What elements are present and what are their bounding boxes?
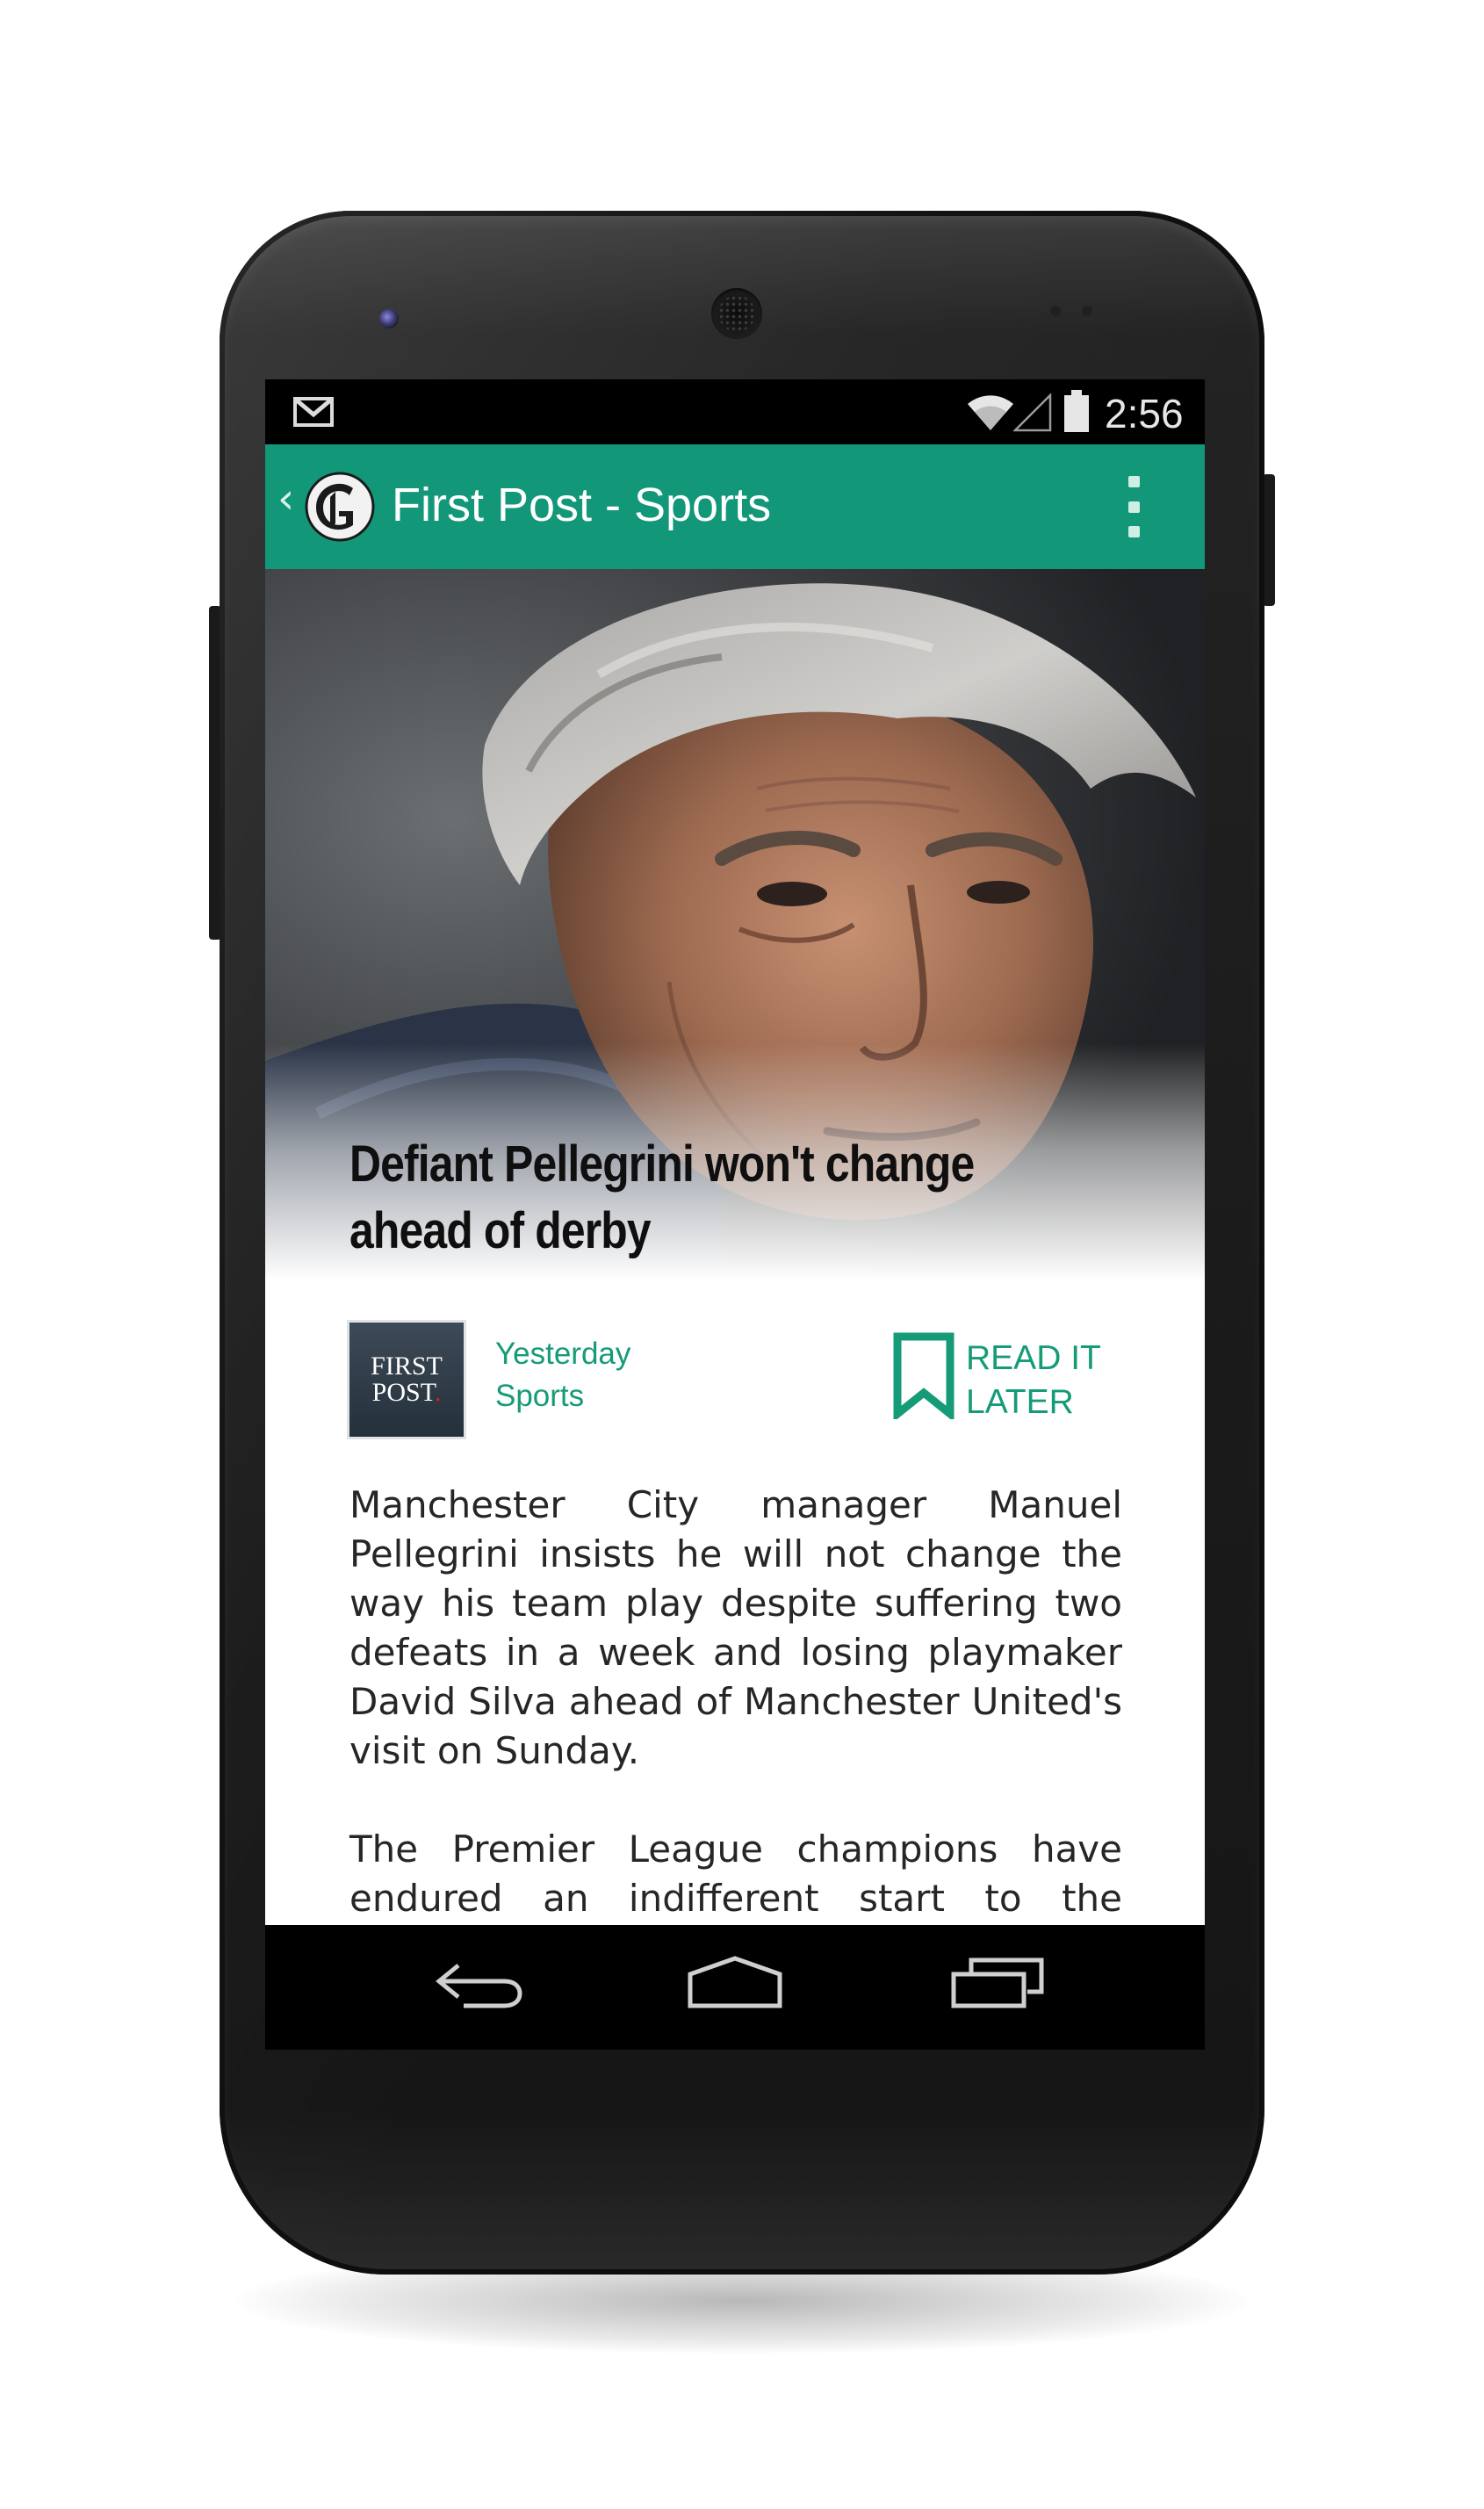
read-it-later-button[interactable]: READ IT LATER [892, 1331, 1120, 1421]
bookmark-icon [893, 1332, 955, 1419]
gothic-g-logo-icon[interactable] [304, 471, 376, 543]
source-logo[interactable]: FIRST POST. [349, 1323, 464, 1437]
menu-dot [1127, 476, 1140, 487]
power-button [1263, 474, 1275, 606]
source-logo-line2: POST. [371, 1378, 442, 1407]
speaker-grille [718, 295, 755, 332]
article-meta: FIRST POST. Yesterday Sports READ IT LAT… [349, 1323, 1122, 1446]
screen: 2:56 ‹ First Post - Sports Defiant Pelle… [265, 379, 1205, 2050]
article-category[interactable]: Sports [495, 1379, 584, 1414]
signal-icon [1013, 393, 1052, 432]
status-clock: 2:56 [1105, 391, 1184, 436]
chevron-left-icon[interactable]: ‹ [277, 478, 294, 520]
article-paragraph: Manchester City manager Manuel Pellegrin… [349, 1483, 1122, 1772]
proximity-sensor [1050, 306, 1061, 316]
recent-apps-icon[interactable] [950, 1955, 1045, 2009]
menu-dot [1127, 526, 1140, 537]
source-logo-line1: FIRST [371, 1352, 443, 1381]
gmail-icon [293, 397, 334, 427]
battery-icon [1064, 390, 1089, 432]
back-icon[interactable] [432, 1957, 523, 2009]
article-body: Manchester City manager Manuel Pellegrin… [349, 1481, 1122, 1925]
article-date: Yesterday [495, 1337, 631, 1371]
home-icon[interactable] [687, 1955, 783, 2009]
overflow-menu-icon[interactable] [1120, 476, 1147, 537]
article-paragraph: The Premier League champions have endure… [349, 1828, 1122, 1920]
read-it-later-label: READ IT LATER [966, 1339, 1101, 1421]
action-bar: ‹ First Post - Sports [265, 444, 1205, 569]
status-bar: 2:56 [265, 379, 1205, 444]
article-headline: Defiant Pellegrini won't change ahead of… [349, 1136, 975, 1259]
article-content[interactable]: Defiant Pellegrini won't change ahead of… [265, 569, 1205, 1925]
navigation-bar [265, 1925, 1205, 2050]
front-camera [379, 309, 399, 328]
menu-dot [1127, 501, 1140, 513]
app-title[interactable]: First Post - Sports [392, 478, 771, 532]
light-sensor [1082, 306, 1092, 316]
wifi-icon [968, 395, 1013, 430]
